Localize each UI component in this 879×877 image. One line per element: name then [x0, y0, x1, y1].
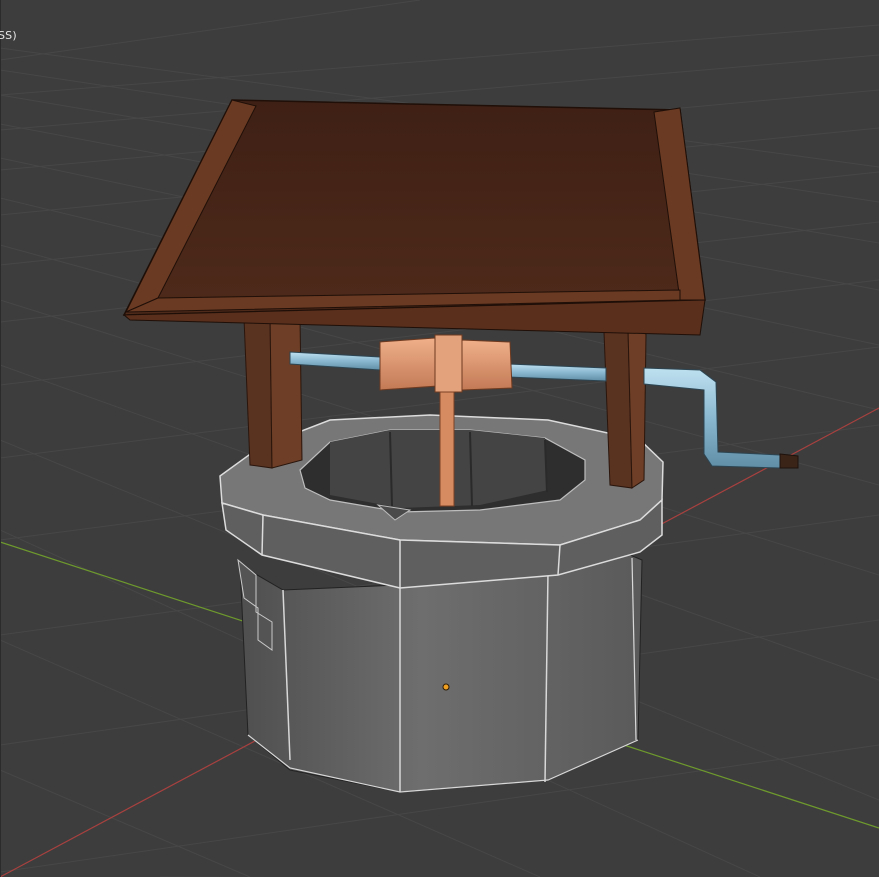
well-roof[interactable] — [122, 99, 706, 336]
viewport-left-edge — [0, 0, 1, 877]
viewport-scene[interactable] — [0, 0, 879, 877]
viewport-info-text: SS) — [0, 29, 17, 42]
right-post[interactable] — [603, 327, 647, 489]
left-post[interactable] — [243, 311, 303, 469]
3d-viewport[interactable]: SS) — [0, 0, 879, 877]
object-origin — [442, 683, 450, 691]
